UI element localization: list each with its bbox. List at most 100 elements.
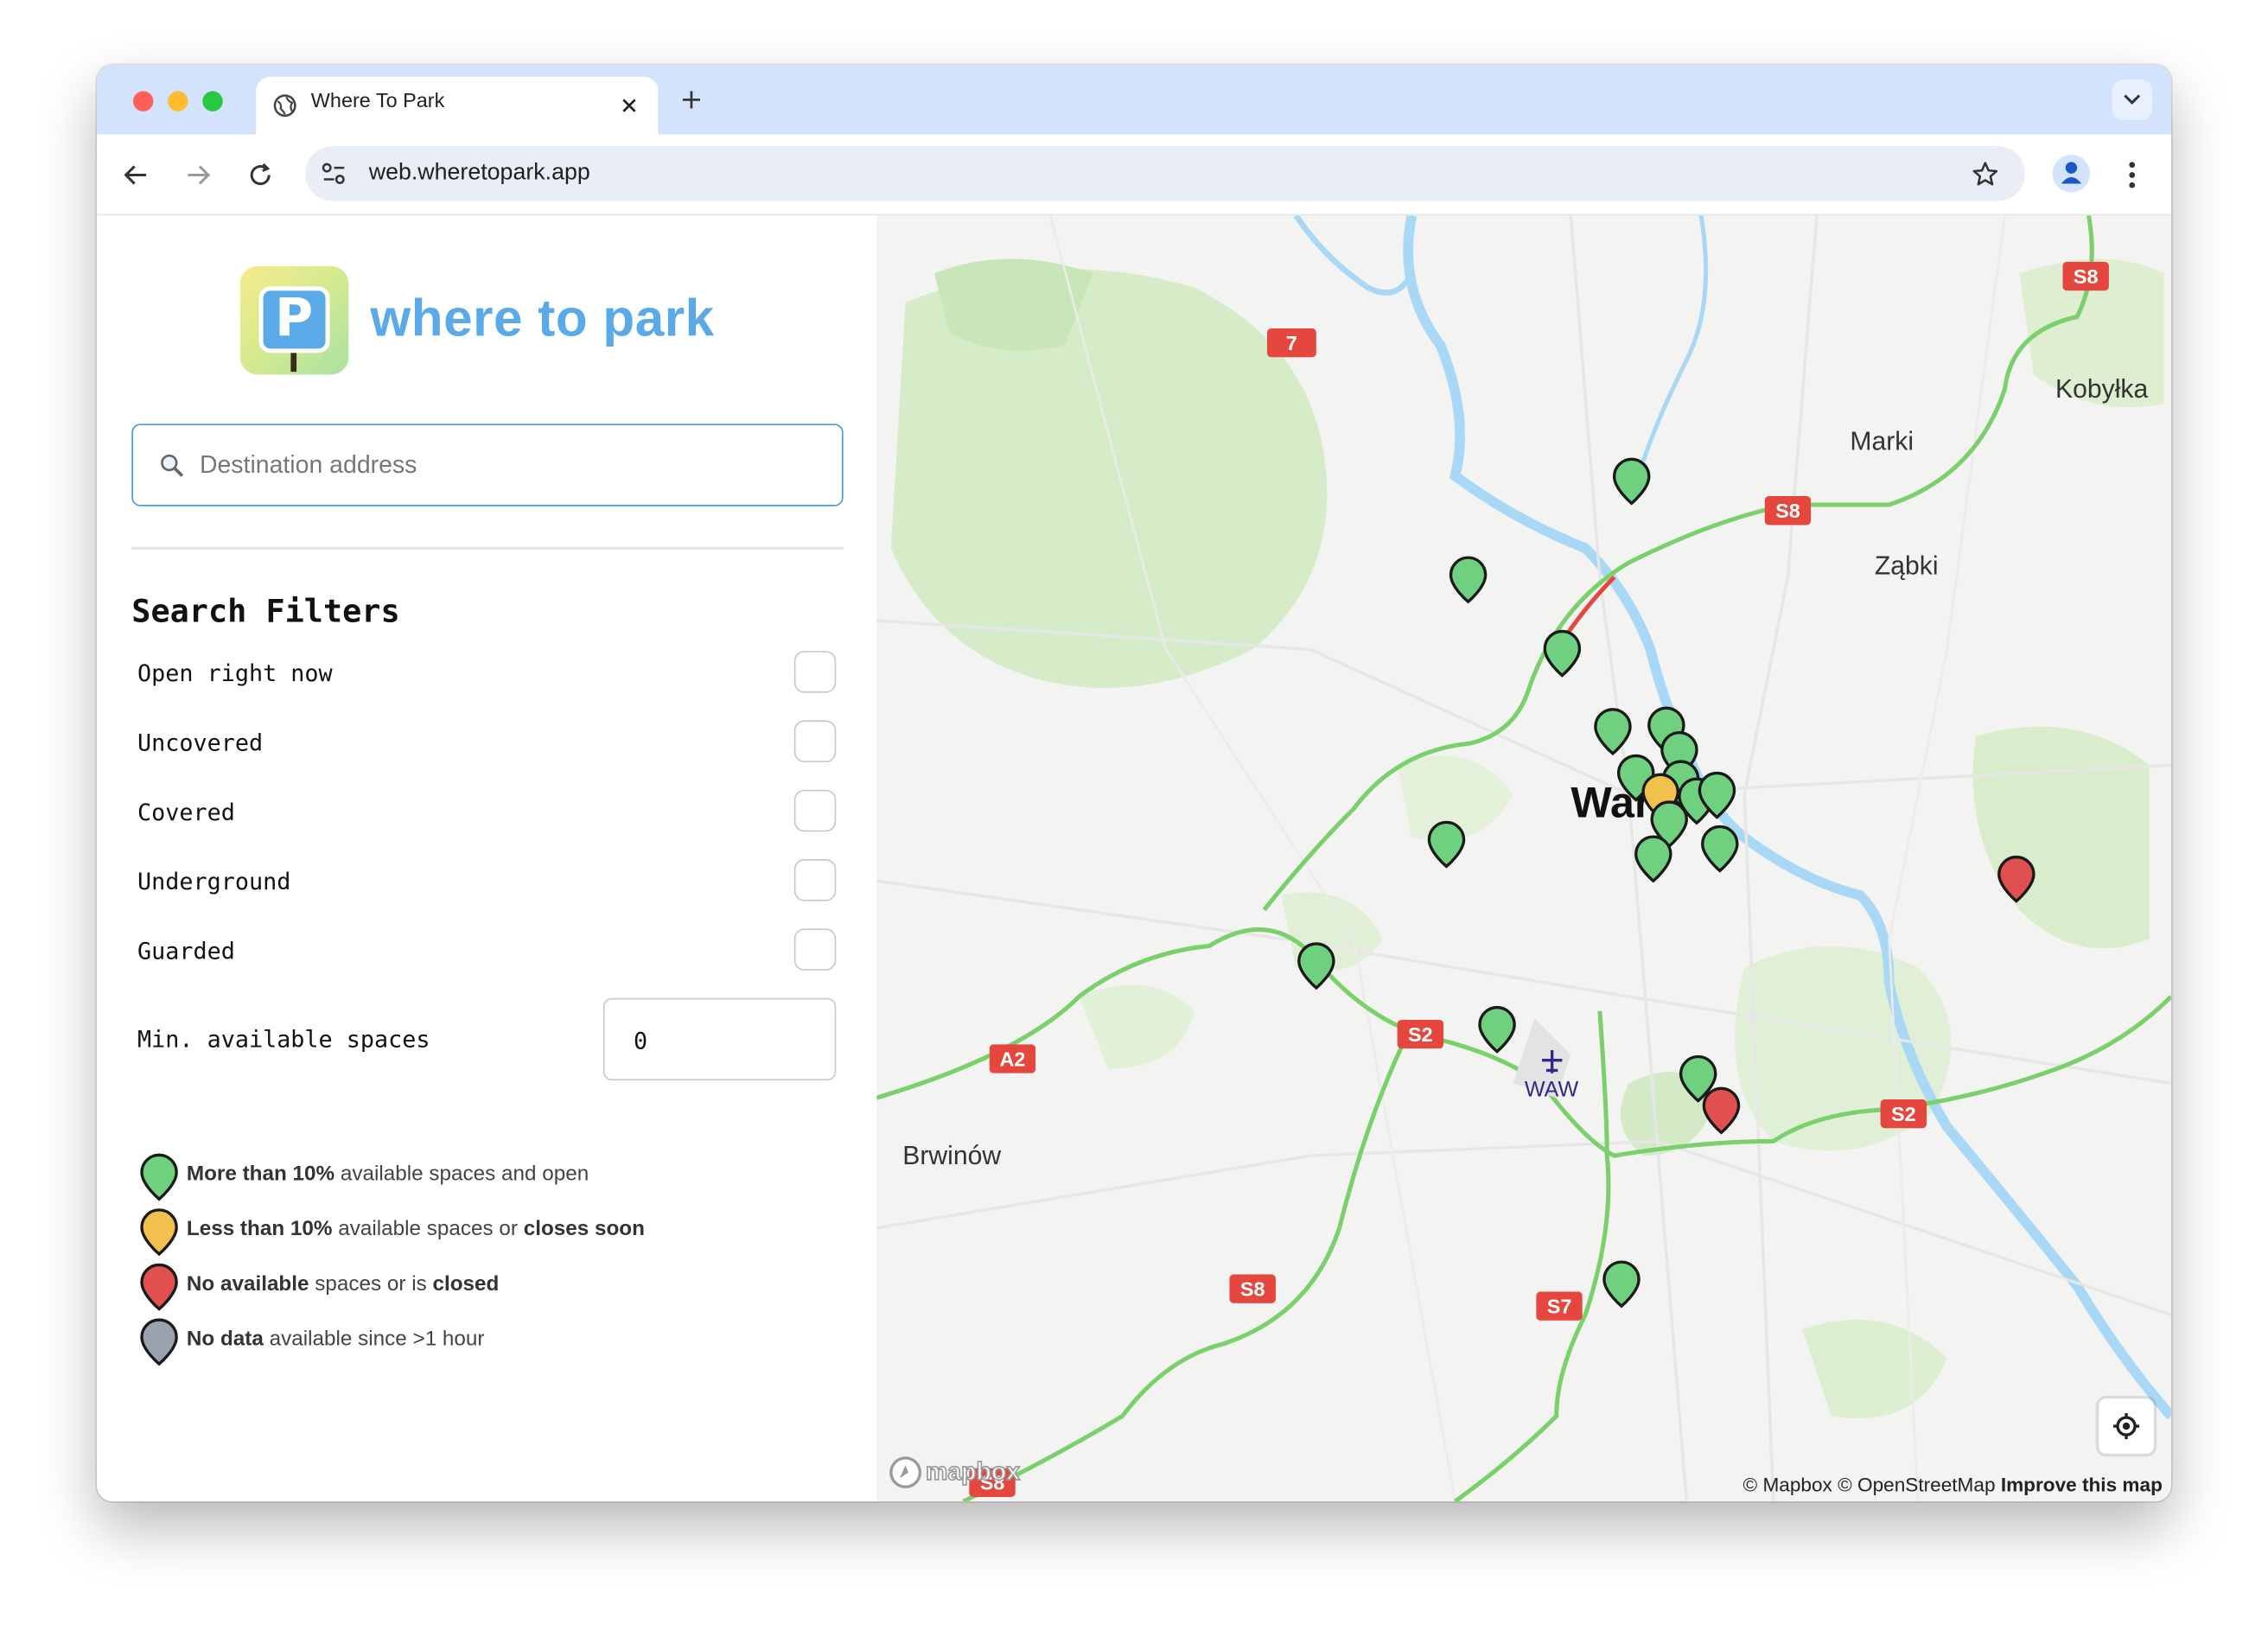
min-spaces-input[interactable]: 0 bbox=[602, 997, 837, 1081]
legend-yellow-text: available spaces or bbox=[332, 1218, 524, 1241]
reload-icon[interactable] bbox=[247, 162, 273, 188]
filter-checkbox-underground[interactable] bbox=[793, 859, 837, 901]
search-placeholder: Destination address bbox=[199, 451, 417, 479]
parking-marker-red[interactable] bbox=[1996, 855, 2036, 904]
filter-checkbox-uncovered[interactable] bbox=[793, 720, 837, 762]
site-settings-icon[interactable] bbox=[322, 162, 347, 185]
parking-marker-green[interactable] bbox=[1593, 707, 1634, 756]
place-label: Kobyłka bbox=[2055, 374, 2149, 404]
place-label: Marki bbox=[1850, 426, 1914, 456]
legend-green-bold: More than 10% bbox=[186, 1162, 335, 1187]
road-shield: S7 bbox=[1536, 1291, 1583, 1321]
road-shield: 7 bbox=[1266, 328, 1316, 358]
crosshair-icon bbox=[2112, 1413, 2140, 1440]
svg-text:S7: S7 bbox=[1547, 1296, 1572, 1318]
legend-grey-bold: No data bbox=[186, 1328, 264, 1352]
parking-marker-green[interactable] bbox=[1699, 825, 1740, 874]
svg-text:S8: S8 bbox=[2074, 265, 2099, 288]
red-marker-icon bbox=[140, 1263, 178, 1311]
more-menu-icon[interactable] bbox=[2128, 161, 2137, 189]
legend-yellow-bold2: closes soon bbox=[523, 1218, 645, 1241]
app-content: P where to park Destination address Sear… bbox=[97, 215, 2171, 1502]
legend-green-text: available spaces and open bbox=[334, 1162, 589, 1187]
parking-marker-green[interactable] bbox=[1426, 820, 1467, 869]
close-window-button[interactable] bbox=[132, 91, 154, 111]
road-shield: S2 bbox=[1397, 1019, 1444, 1049]
road-shield: A2 bbox=[989, 1044, 1036, 1073]
improve-map-link[interactable]: Improve this map bbox=[2001, 1474, 2163, 1495]
maximize-window-button[interactable] bbox=[202, 91, 223, 111]
close-tab-icon[interactable] bbox=[621, 97, 638, 114]
filter-label-open-now: Open right now bbox=[137, 659, 333, 687]
parking-marker-green[interactable] bbox=[1633, 835, 1673, 884]
logo-text: where to park bbox=[370, 288, 715, 347]
bookmark-star-icon[interactable] bbox=[1972, 161, 1999, 188]
parking-marker-green[interactable] bbox=[1448, 556, 1488, 605]
mapbox-logo[interactable]: mapbox bbox=[889, 1454, 1048, 1492]
filter-checkbox-covered[interactable] bbox=[793, 789, 837, 832]
new-tab-icon[interactable] bbox=[681, 90, 701, 110]
filter-checkbox-guarded[interactable] bbox=[793, 928, 837, 971]
tab-bar: Where To Park bbox=[97, 65, 2171, 135]
svg-text:7: 7 bbox=[1286, 332, 1297, 354]
url-text: web.wheretopark.app bbox=[368, 160, 590, 186]
legend-red-bold2: closed bbox=[432, 1272, 500, 1296]
geolocate-button[interactable] bbox=[2099, 1398, 2154, 1454]
place-label: WAW bbox=[1524, 1077, 1579, 1103]
browser-tab[interactable]: Where To Park bbox=[256, 76, 659, 135]
road-shield: S2 bbox=[1880, 1099, 1927, 1129]
back-icon[interactable] bbox=[123, 162, 149, 188]
filter-label-covered: Covered bbox=[137, 798, 235, 826]
mapbox-logo-text: mapbox bbox=[925, 1457, 1021, 1486]
chevron-down-icon bbox=[2124, 94, 2141, 105]
legend-yellow-bold: Less than 10% bbox=[186, 1218, 333, 1241]
svg-text:S2: S2 bbox=[1891, 1103, 1916, 1125]
parking-marker-red[interactable] bbox=[1701, 1086, 1742, 1136]
parking-marker-green[interactable] bbox=[1602, 1260, 1642, 1309]
place-label: Ząbki bbox=[1874, 551, 1939, 581]
mapbox-logo-icon bbox=[889, 1456, 922, 1489]
parking-marker-green[interactable] bbox=[1477, 1005, 1518, 1054]
search-icon bbox=[161, 454, 184, 477]
logo-letter: P bbox=[274, 289, 314, 349]
green-marker-icon bbox=[140, 1153, 178, 1201]
legend-grey-text: available since >1 hour bbox=[263, 1328, 485, 1352]
map-attribution: © Mapbox © OpenStreetMap Improve this ma… bbox=[1743, 1474, 2163, 1495]
tab-list-button[interactable] bbox=[2112, 80, 2153, 120]
parking-marker-green[interactable] bbox=[1697, 771, 1737, 820]
legend-red-text: spaces or is bbox=[309, 1272, 433, 1296]
address-bar[interactable]: web.wheretopark.app bbox=[305, 146, 2025, 201]
destination-search-input[interactable]: Destination address bbox=[131, 424, 844, 506]
person-icon bbox=[2061, 162, 2082, 184]
attribution-text: © Mapbox © OpenStreetMap bbox=[1742, 1474, 1996, 1496]
parking-marker-green[interactable] bbox=[1296, 941, 1336, 990]
globe-icon bbox=[273, 94, 296, 118]
yellow-marker-icon bbox=[140, 1208, 178, 1257]
svg-text:S2: S2 bbox=[1408, 1023, 1433, 1046]
parking-marker-green[interactable] bbox=[1611, 457, 1652, 506]
road-shield: S8 bbox=[2062, 261, 2109, 291]
filters-title: Search Filters bbox=[131, 594, 400, 631]
logo-icon: P bbox=[239, 265, 349, 375]
browser-window: Where To Park web.wheretopark.app P wher… bbox=[97, 65, 2171, 1502]
minimize-window-button[interactable] bbox=[168, 91, 188, 111]
filter-label-guarded: Guarded bbox=[137, 937, 235, 965]
road-shield: S8 bbox=[1764, 496, 1812, 525]
grey-marker-icon bbox=[140, 1318, 178, 1366]
parking-marker-green[interactable] bbox=[1542, 629, 1583, 678]
forward-icon[interactable] bbox=[185, 162, 211, 188]
divider bbox=[131, 546, 844, 550]
map-canvas bbox=[876, 215, 2171, 1502]
min-spaces-label: Min. available spaces bbox=[137, 1025, 430, 1054]
profile-avatar[interactable] bbox=[2052, 155, 2091, 193]
legend-red-bold: No available bbox=[186, 1272, 309, 1296]
filter-checkbox-open-now[interactable] bbox=[793, 651, 837, 693]
road-shield: S8 bbox=[1229, 1274, 1277, 1303]
map[interactable]: 7 S8 S8 A2 S2 S2 S8 S7 S8 Marki Kobyłka … bbox=[876, 215, 2171, 1502]
airport-icon bbox=[1541, 1049, 1563, 1073]
place-label: Brwinów bbox=[902, 1141, 1002, 1170]
sidebar: P where to park Destination address Sear… bbox=[97, 215, 877, 1502]
tab-title: Where To Park bbox=[310, 88, 445, 111]
svg-text:A2: A2 bbox=[999, 1048, 1025, 1070]
min-spaces-value: 0 bbox=[633, 1027, 648, 1054]
